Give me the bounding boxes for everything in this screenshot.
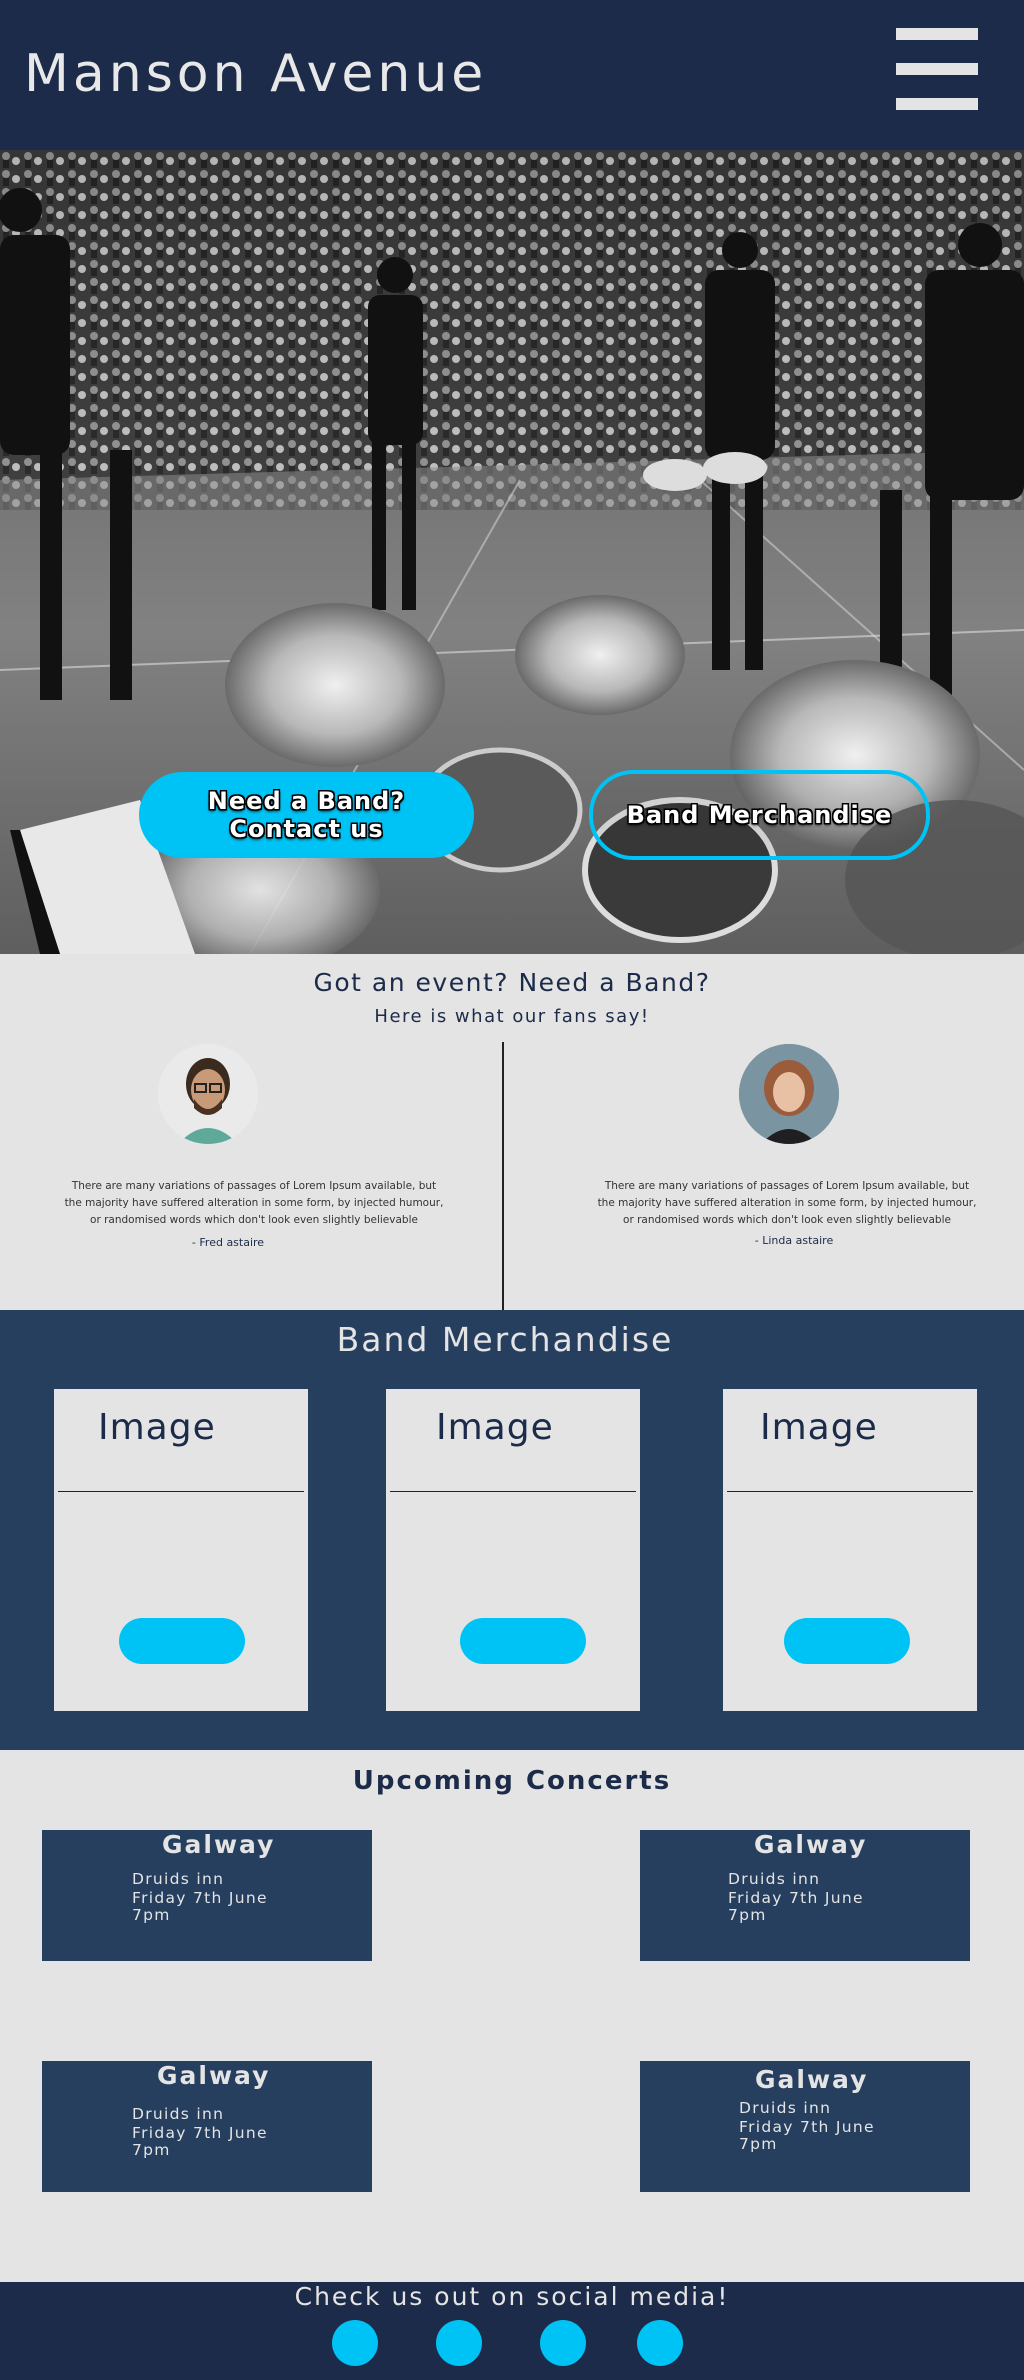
site-footer: Check us out on social media! — [0, 2282, 1024, 2380]
merch-card: Image — [54, 1389, 308, 1711]
merchandise-section: Band Merchandise Image Image Image — [0, 1310, 1024, 1750]
concert-venue: Druids inn — [739, 2099, 832, 2117]
concert-date: Friday 7th June — [132, 2124, 268, 2142]
concert-time: 7pm — [132, 1906, 171, 1924]
social-link-icon[interactable] — [540, 2320, 586, 2366]
merch-card-image-label: Image — [98, 1407, 216, 1448]
testimonials-subtitle: Here is what our fans say! — [374, 1006, 650, 1027]
merch-card: Image — [723, 1389, 977, 1711]
concert-time: 7pm — [739, 2135, 778, 2153]
merch-card-image-label: Image — [760, 1407, 878, 1448]
merch-card-image-label: Image — [436, 1407, 554, 1448]
concert-date: Friday 7th June — [728, 1889, 864, 1907]
contact-us-button[interactable]: Need a Band? Contact us — [139, 772, 474, 858]
merchandise-title: Band Merchandise — [336, 1320, 674, 1359]
merch-card-button[interactable] — [119, 1618, 245, 1664]
testimonials-title: Got an event? Need a Band? — [313, 968, 711, 997]
fan-avatar — [158, 1044, 258, 1144]
concert-city: Galway — [754, 1830, 868, 1859]
concert-city: Galway — [162, 1830, 276, 1859]
testimonial-author: - Fred astaire — [191, 1236, 265, 1249]
testimonial-quote: There are many variations of passages of… — [64, 1180, 444, 1226]
brand-title[interactable]: Manson Avenue — [24, 44, 487, 104]
merch-card-divider — [390, 1491, 636, 1492]
concerts-title: Upcoming Concerts — [352, 1766, 672, 1796]
concerts-section: Upcoming Concerts Galway Druids inn Frid… — [0, 1750, 1024, 2282]
concert-city: Galway — [755, 2065, 869, 2094]
concert-card[interactable]: Galway Druids inn Friday 7th June 7pm — [640, 2061, 970, 2192]
concert-card[interactable]: Galway Druids inn Friday 7th June 7pm — [42, 1830, 372, 1961]
testimonial-author: - Linda astaire — [754, 1234, 834, 1247]
merch-card: Image — [386, 1389, 640, 1711]
merch-card-button[interactable] — [784, 1618, 910, 1664]
site-header: Manson Avenue — [0, 0, 1024, 150]
concert-time: 7pm — [132, 2141, 171, 2159]
hamburger-menu-icon[interactable] — [896, 28, 978, 110]
testimonials-section: Got an event? Need a Band? Here is what … — [0, 954, 1024, 1310]
concert-city: Galway — [157, 2061, 271, 2090]
concert-venue: Druids inn — [132, 1870, 225, 1888]
concert-date: Friday 7th June — [132, 1889, 268, 1907]
concert-card[interactable]: Galway Druids inn Friday 7th June 7pm — [42, 2061, 372, 2192]
concert-venue: Druids inn — [728, 1870, 821, 1888]
concert-time: 7pm — [728, 1906, 767, 1924]
merch-card-divider — [58, 1491, 304, 1492]
concert-date: Friday 7th June — [739, 2118, 875, 2136]
band-merchandise-button[interactable]: Band Merchandise — [589, 770, 930, 860]
social-link-icon[interactable] — [332, 2320, 378, 2366]
merch-card-divider — [727, 1491, 973, 1492]
hero-banner: Need a Band? Contact us Band Merchandise — [0, 150, 1024, 954]
fan-avatar — [739, 1044, 839, 1144]
social-link-icon[interactable] — [436, 2320, 482, 2366]
merch-card-button[interactable] — [460, 1618, 586, 1664]
social-link-icon[interactable] — [637, 2320, 683, 2366]
concert-venue: Druids inn — [132, 2105, 225, 2123]
concert-card[interactable]: Galway Druids inn Friday 7th June 7pm — [640, 1830, 970, 1961]
testimonials-divider — [502, 1042, 504, 1310]
testimonial-quote: There are many variations of passages of… — [597, 1180, 977, 1226]
social-media-title: Check us out on social media! — [294, 2282, 730, 2311]
